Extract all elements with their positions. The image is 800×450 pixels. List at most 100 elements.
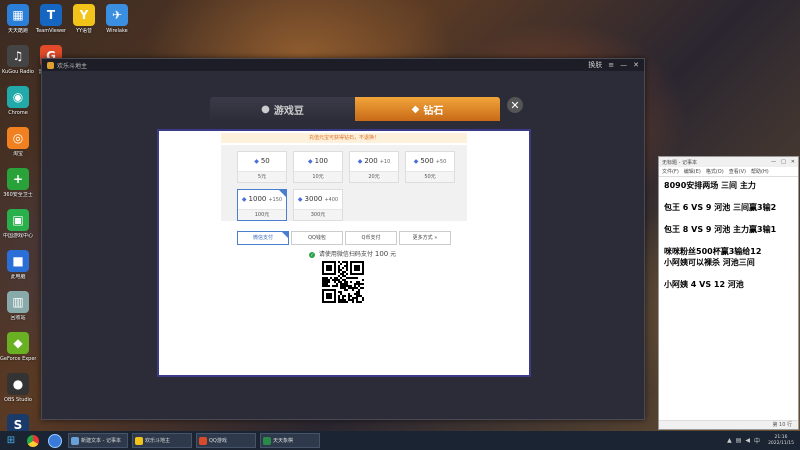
notepad-menu-item[interactable]: 编辑(E) [684,168,701,175]
input-method-icon[interactable]: 中 [754,436,760,445]
qr-module [340,293,342,295]
recharge-notice: 充值元宝可获得钻石，不退换！ [221,133,467,143]
recharge-panel: 充值元宝可获得钻石，不退换！ ◆ 50 5元 ◆ 100 10元 ◆ 200 +10 20元 ◆ 50… [157,129,531,377]
notepad-menu-item[interactable]: 查看(V) [729,168,746,175]
payment-status: ✓ 请使用微信扫码支付 100 元 [309,249,396,258]
qr-module [350,287,352,289]
qr-module [344,301,346,303]
qr-module [338,281,340,283]
clock-date: 2022/11/15 [768,440,794,446]
qr-module [360,283,362,285]
payment-method-button[interactable]: QQ钱包 [291,231,343,245]
qr-module [356,299,358,301]
qr-module [328,285,330,287]
qr-module [346,273,348,275]
notepad-menu-item[interactable]: 文件(F) [662,168,679,175]
notepad-menu-item[interactable]: 帮助(H) [751,168,769,175]
app-icon: ● [7,373,29,395]
desktop-icon[interactable]: +360安全卫士 [0,168,36,198]
diamond-package[interactable]: ◆ 3000 +400 300元 [293,189,343,221]
close-dialog-button[interactable]: ✕ [507,97,523,113]
diamond-package[interactable]: ◆ 200 +10 20元 [349,151,399,183]
taskbar-browser-icon[interactable] [46,433,64,449]
qr-module [322,281,324,283]
app-icon: ♫ [7,45,29,67]
diamond-package[interactable]: ◆ 100 10元 [293,151,343,183]
notepad-minimize-button[interactable]: — [771,159,776,165]
payment-method-button[interactable]: 微信支付 [237,231,289,245]
qr-module [354,287,356,289]
package-amount: 1000 [248,195,267,203]
taskbar-chrome-icon[interactable] [24,433,42,449]
qr-module [350,281,352,283]
qr-module [358,281,360,283]
payment-qr-code [322,261,364,303]
qr-module [340,285,342,287]
notepad-blank-line [664,191,793,202]
qr-module [350,295,352,297]
notepad-text-area[interactable]: 8090安排两场 三间 主力 包王 6 VS 9 河池 三间赢3输2 包王 8 VS… [659,177,798,293]
diamond-package[interactable]: ◆ 50 5元 [237,151,287,183]
desktop-icon[interactable]: ▦ 天天酷跑 [0,4,36,34]
desktop-icon-label: Chrome [8,110,28,116]
desktop-icon[interactable]: Y YY语音 [66,4,102,34]
desktop-icon[interactable]: ◎ 淘宝 [0,127,36,157]
desktop-icon[interactable]: ▥ 回收站 [0,291,36,321]
qr-module [344,299,346,301]
qr-module [334,281,336,283]
minimize-button[interactable]: — [620,61,627,69]
qr-module [344,285,346,287]
qr-module [342,275,344,277]
qr-module [358,293,360,295]
notepad-maximize-button[interactable]: □ [781,159,786,165]
tray-expand-icon[interactable]: ▲ [727,437,732,444]
desktop-icon[interactable]: ◉ Chrome [0,86,36,116]
qr-module [336,285,338,287]
taskbar-task-button[interactable]: QQ游戏 [196,433,256,448]
close-window-button[interactable]: ✕ [633,61,639,69]
desktop-icon[interactable]: ● OBS Studio [0,373,36,403]
qr-module [344,261,346,263]
qr-module [338,297,340,299]
package-grid: ◆ 50 5元 ◆ 100 10元 ◆ 200 +10 20元 ◆ 500 +50 50元 ◆ 1000 +15… [221,145,467,221]
notepad-close-button[interactable]: ✕ [791,159,795,165]
qr-module [342,301,344,303]
diamond-package[interactable]: ◆ 1000 +150 100元 [237,189,287,221]
diamond-package[interactable]: ◆ 500 +50 50元 [405,151,455,183]
notepad-line: 8090安排两场 三间 主力 [664,181,756,190]
volume-icon[interactable]: ◀ [745,437,750,444]
taskbar-task-button[interactable]: 欢乐斗地主 [132,433,192,448]
payment-method-button[interactable]: Q币支付 [345,231,397,245]
desktop-icon[interactable]: ▣ 中国游戏中心 [0,209,36,239]
qr-finder [326,265,332,271]
notepad-line: 包王 8 VS 9 河池 主力赢3输1 [664,225,777,234]
start-button[interactable]: ⊞ [0,431,22,450]
package-price: 100元 [238,209,286,220]
menu-button[interactable]: ≡ [608,61,614,69]
taskbar-task-button[interactable]: 天天象棋 [260,433,320,448]
taskbar-clock[interactable]: 21:16 2022/11/15 [768,435,794,447]
app-titlebar: 欢乐斗地主 换肤 ≡ — ✕ [42,59,644,71]
payment-method-button[interactable]: 更多方式 » [399,231,451,245]
qr-finder [326,293,332,299]
taskbar-task-button[interactable]: 新建文本 - 记事本 [68,433,128,448]
qr-module [328,279,330,281]
payment-method-row: 微信支付 QQ钱包 Q币支付 更多方式 » [237,231,451,245]
desktop-icon[interactable]: ✈ Wirelake [99,4,135,34]
desktop-icon[interactable]: ■ 此电脑 [0,250,36,280]
desktop-icon[interactable]: ♫ KuGou Radio [0,45,36,75]
tab-game-beans[interactable]: ● 游戏豆 [210,97,355,121]
desktop-icon[interactable]: T TeamViewer [33,4,69,34]
desktop-icon[interactable]: ◆ GeForce Experience [0,332,36,362]
diamond-icon: ◆ [411,103,420,115]
tab-diamond[interactable]: ◆ 钻石 [355,97,500,121]
network-icon[interactable]: ▤ [736,437,742,444]
qr-module [348,299,350,301]
qr-module [348,293,350,295]
qr-module [348,297,350,299]
skin-button[interactable]: 换肤 [588,60,602,70]
qr-module [322,285,324,287]
notepad-menu-item[interactable]: 格式(O) [706,168,724,175]
desktop-icon-label: TeamViewer [35,28,67,34]
qr-module [352,277,354,279]
